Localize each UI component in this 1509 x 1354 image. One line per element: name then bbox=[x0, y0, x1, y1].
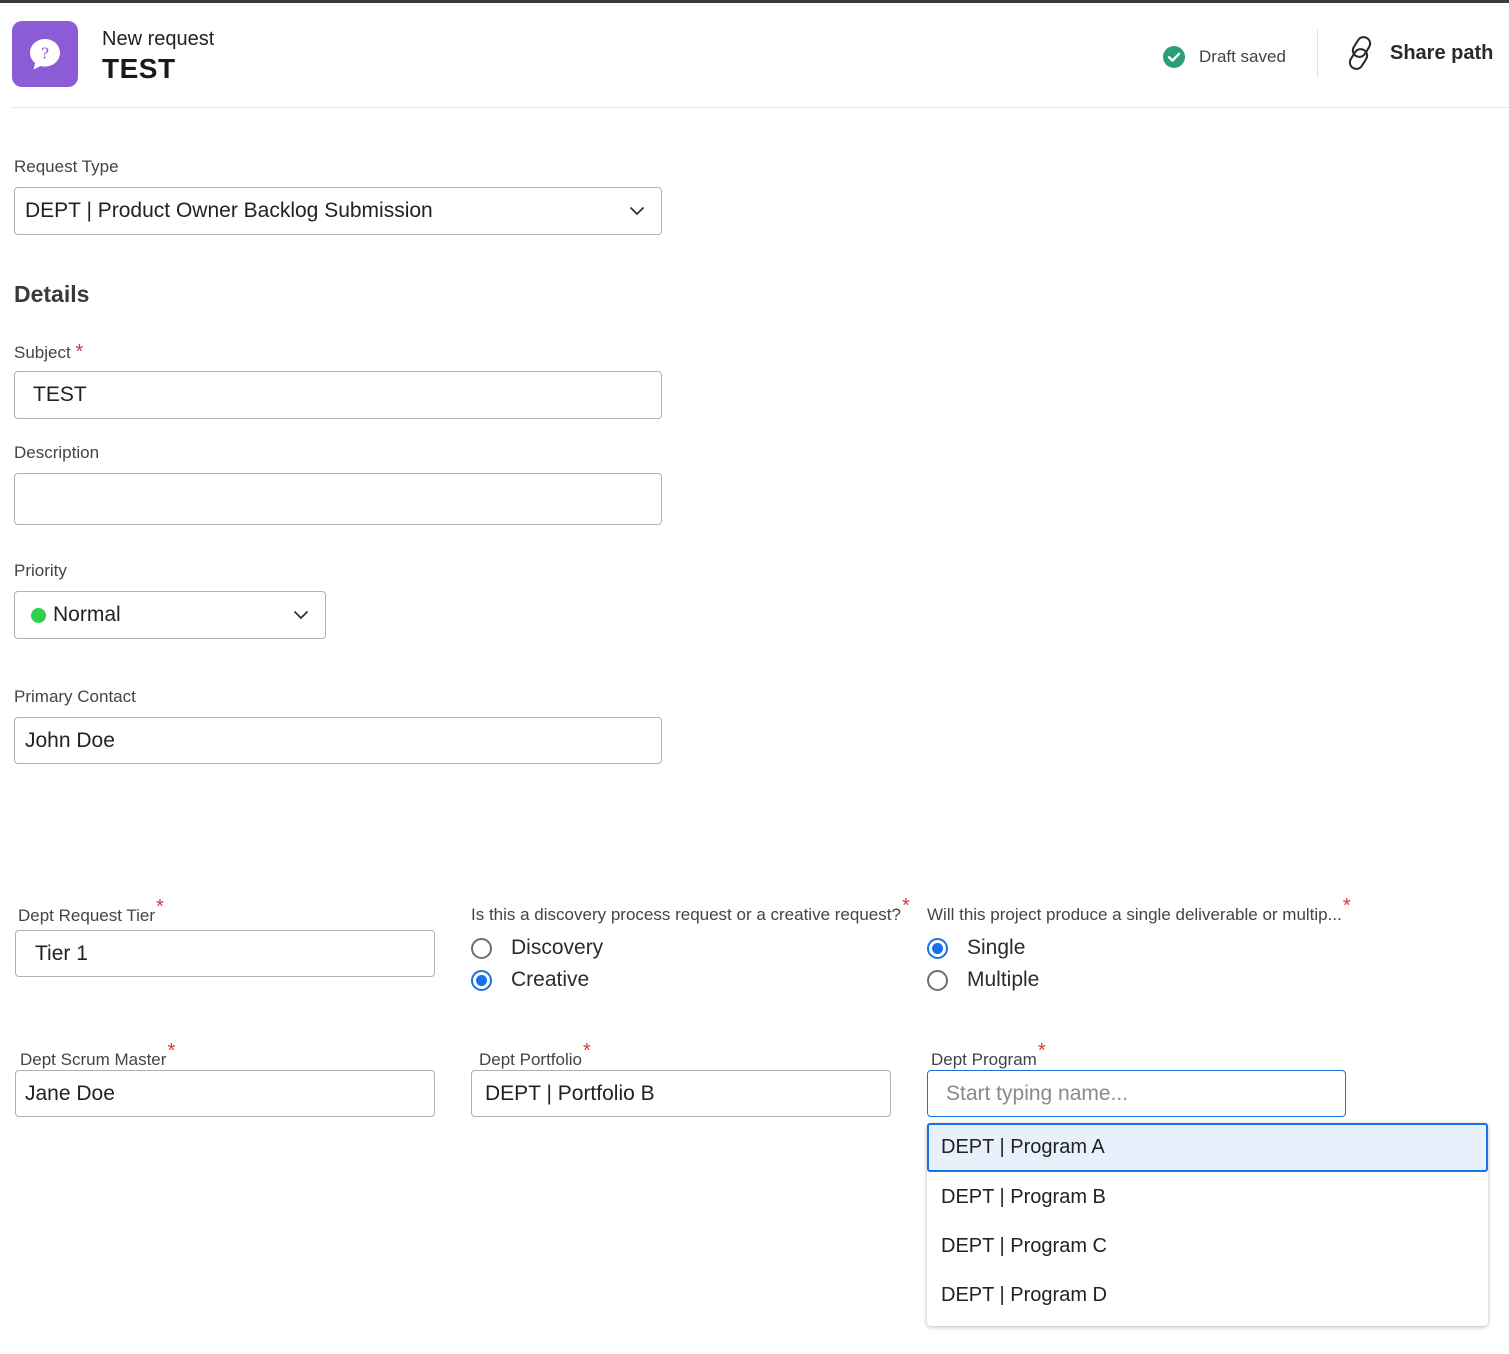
program-placeholder: Start typing name... bbox=[946, 1081, 1129, 1105]
share-path-button[interactable]: Share path bbox=[1346, 35, 1493, 71]
subject-input[interactable]: TEST bbox=[14, 371, 662, 419]
share-path-label: Share path bbox=[1390, 41, 1494, 64]
required-marker: * bbox=[75, 341, 84, 363]
priority-status-dot bbox=[31, 607, 46, 623]
help-chat-icon: ? bbox=[12, 21, 78, 87]
radio-button-selected[interactable] bbox=[471, 969, 492, 991]
header-bottom-divider bbox=[12, 107, 1509, 108]
header-subtitle: New request bbox=[102, 28, 215, 50]
portfolio-label: Dept Portfolio* bbox=[479, 1040, 591, 1069]
scrum-master-label: Dept Scrum Master* bbox=[20, 1040, 176, 1069]
deliverable-question-label: Will this project produce a single deliv… bbox=[927, 895, 1351, 924]
primary-contact-input[interactable]: John Doe bbox=[14, 717, 662, 764]
required-marker: * bbox=[156, 896, 164, 918]
required-marker: * bbox=[1342, 895, 1351, 917]
radio-discovery[interactable]: Discovery bbox=[471, 936, 603, 960]
link-icon bbox=[1348, 36, 1372, 70]
scrum-master-value: Jane Doe bbox=[25, 1081, 115, 1105]
radio-single[interactable]: Single bbox=[927, 936, 1025, 960]
subject-value: TEST bbox=[33, 383, 87, 406]
check-circle-icon bbox=[1163, 46, 1185, 68]
required-marker: * bbox=[167, 1040, 176, 1062]
required-marker: * bbox=[901, 895, 910, 917]
priority-value: Normal bbox=[53, 603, 121, 626]
draft-status: Draft saved bbox=[1163, 46, 1286, 68]
tier-value: Tier 1 bbox=[35, 941, 88, 965]
priority-select[interactable]: Normal bbox=[14, 591, 326, 639]
priority-label: Priority bbox=[14, 561, 67, 580]
required-marker: * bbox=[1037, 1040, 1046, 1062]
request-type-value: DEPT | Product Owner Backlog Submission bbox=[25, 199, 433, 222]
chevron-down-icon bbox=[293, 610, 309, 620]
primary-contact-value: John Doe bbox=[25, 728, 115, 752]
program-label: Dept Program* bbox=[931, 1040, 1046, 1069]
request-type-label: Request Type bbox=[14, 157, 119, 176]
radio-multiple[interactable]: Multiple bbox=[927, 968, 1039, 992]
scrum-master-input[interactable]: Jane Doe bbox=[15, 1070, 435, 1117]
radio-button[interactable] bbox=[471, 937, 492, 959]
program-option-c[interactable]: DEPT | Program C bbox=[927, 1222, 1488, 1271]
subject-label: Subject * bbox=[14, 341, 84, 363]
tier-label: Dept Request Tier* bbox=[18, 896, 164, 925]
program-dropdown: DEPT | Program A DEPT | Program B DEPT |… bbox=[927, 1123, 1488, 1326]
page-title: TEST bbox=[102, 53, 176, 84]
header: ? New request TEST Draft saved bbox=[0, 3, 1509, 109]
program-option-d[interactable]: DEPT | Program D bbox=[927, 1271, 1488, 1320]
program-option-a[interactable]: DEPT | Program A bbox=[927, 1123, 1488, 1172]
radio-label: Multiple bbox=[967, 968, 1040, 991]
radio-label: Discovery bbox=[511, 936, 604, 959]
request-type-select[interactable]: DEPT | Product Owner Backlog Submission bbox=[14, 187, 662, 235]
status-text: Draft saved bbox=[1199, 47, 1286, 66]
radio-creative[interactable]: Creative bbox=[471, 968, 589, 992]
portfolio-value: DEPT | Portfolio B bbox=[485, 1081, 655, 1105]
primary-contact-label: Primary Contact bbox=[14, 687, 136, 706]
required-marker: * bbox=[583, 1040, 591, 1062]
radio-label: Creative bbox=[511, 968, 590, 991]
description-label: Description bbox=[14, 443, 100, 462]
portfolio-input[interactable]: DEPT | Portfolio B bbox=[471, 1070, 891, 1117]
program-search-input[interactable]: Start typing name... bbox=[927, 1070, 1346, 1117]
header-divider bbox=[1317, 30, 1318, 78]
program-option-b[interactable]: DEPT | Program B bbox=[927, 1173, 1488, 1222]
radio-button[interactable] bbox=[927, 969, 948, 991]
svg-text:?: ? bbox=[41, 45, 49, 63]
radio-button-selected[interactable] bbox=[927, 937, 948, 959]
chevron-down-icon bbox=[629, 206, 645, 216]
discovery-question-label: Is this a discovery process request or a… bbox=[471, 895, 910, 924]
tier-input[interactable]: Tier 1 bbox=[15, 930, 435, 977]
radio-label: Single bbox=[967, 936, 1026, 959]
details-heading: Details bbox=[14, 281, 90, 307]
description-input[interactable] bbox=[14, 473, 662, 525]
